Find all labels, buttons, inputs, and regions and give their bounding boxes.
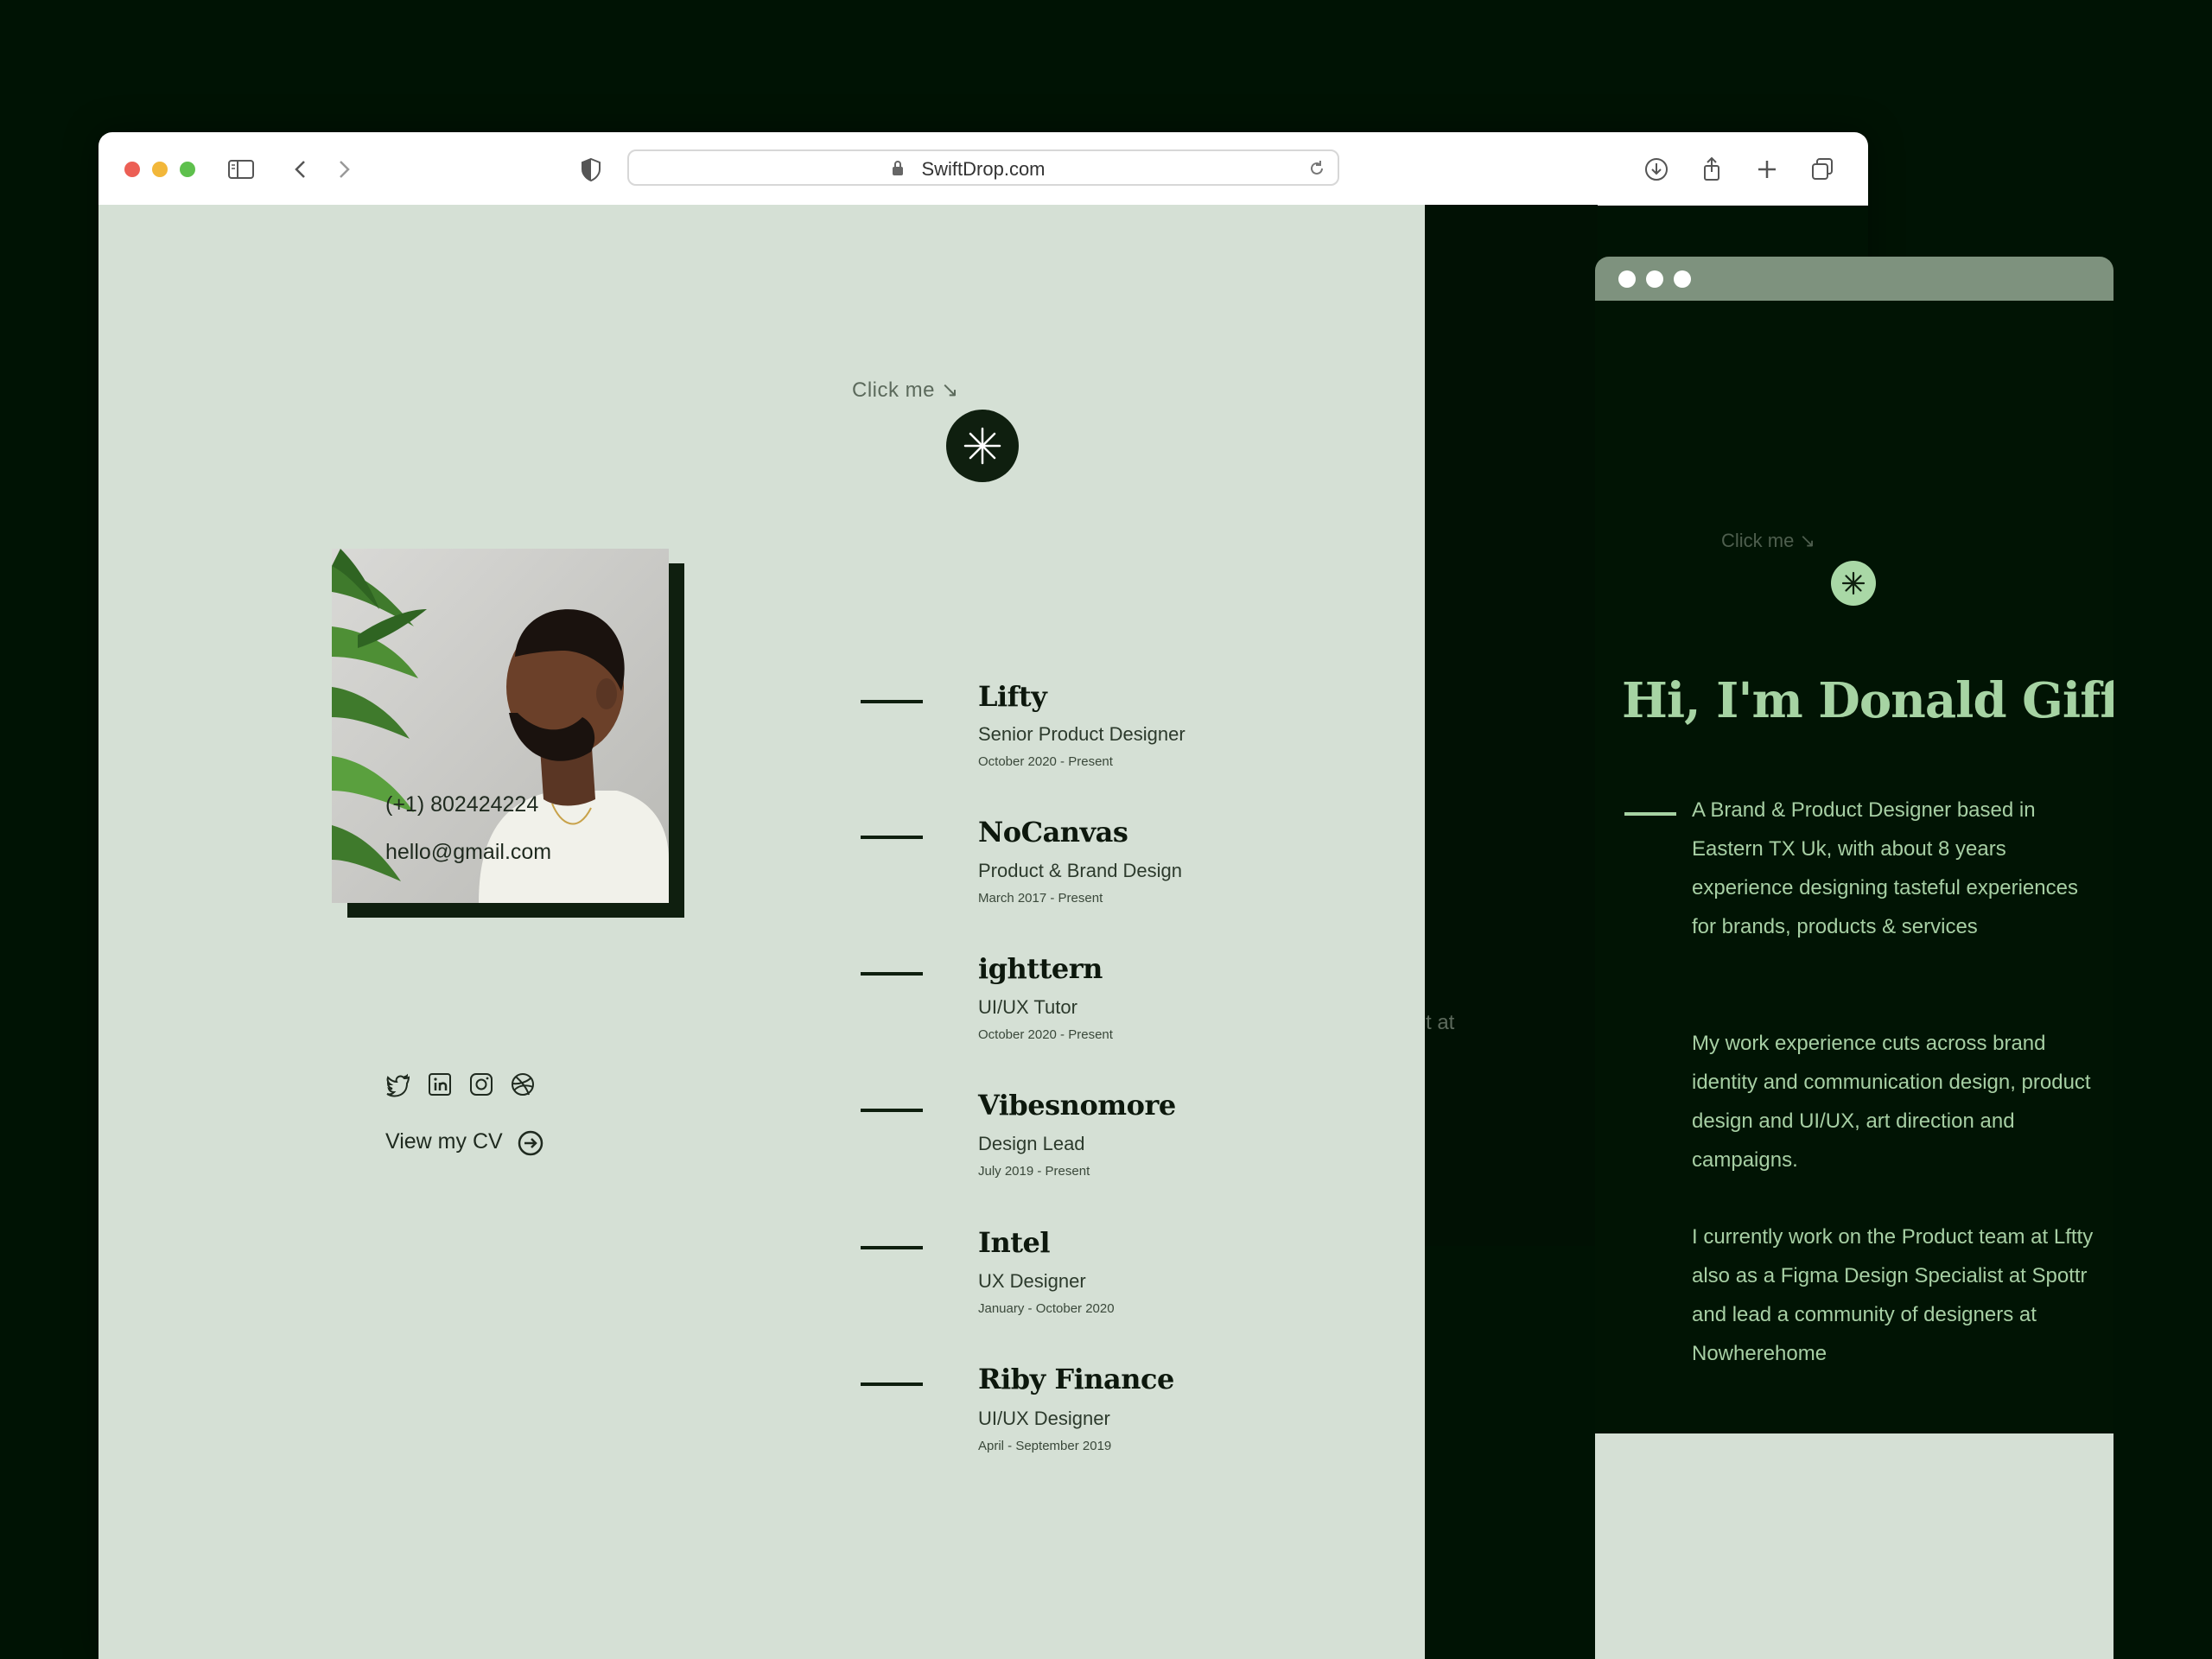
experience-role: Product & Brand Design bbox=[978, 860, 1183, 881]
click-me-label[interactable]: Click me ↘ bbox=[852, 378, 959, 403]
reload-icon[interactable] bbox=[1306, 158, 1327, 179]
mobile-titlebar bbox=[1595, 257, 2113, 301]
download-icon[interactable] bbox=[1642, 155, 1671, 184]
privacy-shield-icon[interactable] bbox=[576, 155, 606, 184]
experience-dash bbox=[861, 1382, 923, 1386]
portfolio-page: Click me ↘ (+1) 802424224 hello@gmail.co… bbox=[99, 205, 1425, 1659]
experience-dates: October 2020 - Present bbox=[978, 754, 1113, 769]
browser-toolbar: SwiftDrop.com bbox=[99, 132, 1868, 206]
asterisk-icon bbox=[1841, 571, 1866, 595]
experience-paragraph: My work experience cuts across brand ide… bbox=[1692, 1032, 2091, 1172]
experience-company: Lifty bbox=[978, 680, 1047, 713]
experience-company: NoCanvas bbox=[978, 816, 1128, 849]
back-icon[interactable] bbox=[286, 155, 315, 184]
forward-icon[interactable] bbox=[329, 155, 359, 184]
close-window-button[interactable] bbox=[124, 162, 140, 177]
mobile-mockup: Click me ↘ Hi, I'm Donald Giff A Brand &… bbox=[1595, 257, 2113, 1659]
experience-dates: April - September 2019 bbox=[978, 1439, 1112, 1453]
experience-dash bbox=[861, 836, 923, 839]
partial-text: t at bbox=[1426, 1011, 1455, 1034]
asterisk-icon bbox=[963, 427, 1001, 465]
view-cv-link[interactable]: View my CV bbox=[385, 1129, 503, 1154]
experience-role: Senior Product Designer bbox=[978, 723, 1185, 745]
experience-role: UX Designer bbox=[978, 1270, 1086, 1292]
zoom-window-button[interactable] bbox=[180, 162, 195, 177]
address-bar[interactable]: SwiftDrop.com bbox=[627, 149, 1339, 186]
minimize-window-button[interactable] bbox=[152, 162, 168, 177]
experience-dash bbox=[861, 700, 923, 703]
mobile-click-me-label[interactable]: Click me ↘ bbox=[1721, 530, 1815, 552]
experience-dash bbox=[861, 972, 923, 976]
email-address[interactable]: hello@gmail.com bbox=[385, 840, 551, 865]
instagram-icon[interactable] bbox=[468, 1071, 494, 1097]
experience-company: Intel bbox=[978, 1226, 1051, 1259]
share-icon[interactable] bbox=[1697, 155, 1726, 184]
intro-paragraph: A Brand & Product Designer based in East… bbox=[1692, 798, 2078, 938]
tabs-overview-icon[interactable] bbox=[1808, 155, 1837, 184]
url-text: SwiftDrop.com bbox=[921, 158, 1046, 180]
experience-dash bbox=[861, 1109, 923, 1112]
mobile-footer-section bbox=[1595, 1433, 2113, 1659]
hero-title: Hi, I'm Donald Giff bbox=[1622, 672, 2113, 729]
current-work-paragraph: I currently work on the Product team at … bbox=[1692, 1225, 2094, 1365]
arrow-right-circle-icon[interactable] bbox=[517, 1129, 544, 1157]
intro-dash bbox=[1624, 812, 1676, 816]
window-dot bbox=[1674, 270, 1691, 288]
experience-dates: March 2017 - Present bbox=[978, 891, 1103, 906]
experience-dash bbox=[861, 1246, 923, 1249]
experience-company: Vibesnomore bbox=[978, 1089, 1176, 1122]
experience-role: UI/UX Tutor bbox=[978, 996, 1077, 1018]
linkedin-icon[interactable] bbox=[427, 1071, 453, 1097]
experience-dates: January - October 2020 bbox=[978, 1301, 1115, 1316]
sidebar-icon[interactable] bbox=[226, 155, 256, 184]
new-tab-icon[interactable] bbox=[1752, 155, 1782, 184]
window-dot bbox=[1618, 270, 1636, 288]
window-dot bbox=[1646, 270, 1663, 288]
mobile-content: Click me ↘ Hi, I'm Donald Giff A Brand &… bbox=[1595, 301, 2113, 1433]
star-button[interactable] bbox=[946, 410, 1019, 482]
phone-number[interactable]: (+1) 802424224 bbox=[385, 792, 538, 817]
experience-dates: July 2019 - Present bbox=[978, 1164, 1090, 1179]
experience-company: ighttern bbox=[978, 952, 1103, 985]
experience-role: UI/UX Designer bbox=[978, 1408, 1110, 1429]
experience-dates: October 2020 - Present bbox=[978, 1027, 1113, 1042]
dribbble-icon[interactable] bbox=[510, 1071, 536, 1097]
mobile-star-button[interactable] bbox=[1831, 561, 1876, 606]
experience-company: Riby Finance bbox=[978, 1363, 1174, 1395]
dark-panel bbox=[1425, 205, 1598, 1246]
twitter-icon[interactable] bbox=[385, 1071, 411, 1097]
experience-role: Design Lead bbox=[978, 1133, 1085, 1154]
